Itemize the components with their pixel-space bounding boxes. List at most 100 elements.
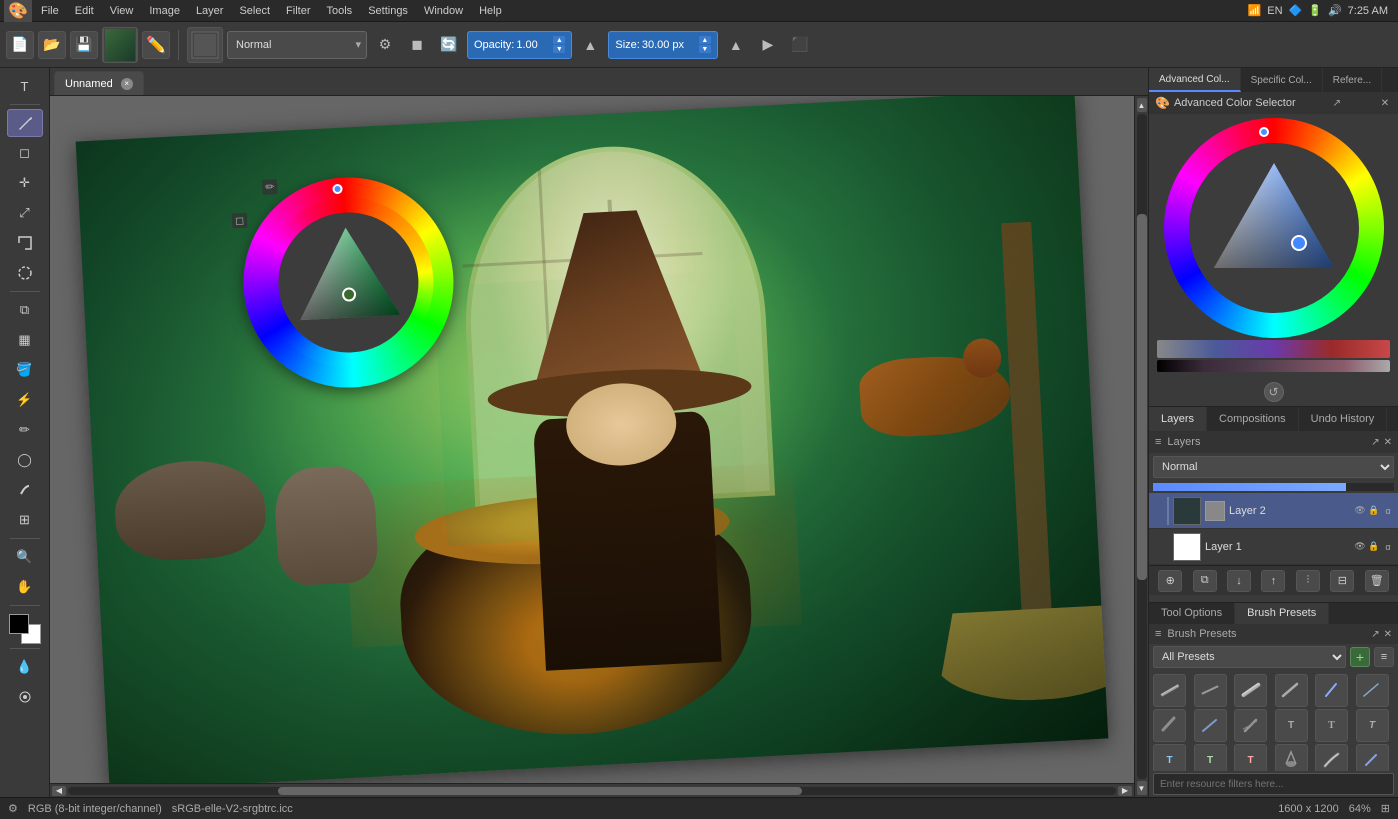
menu-layer[interactable]: Layer: [189, 3, 231, 19]
h-scrollbar[interactable]: ◀ ▶: [50, 783, 1134, 797]
canvas-color-wheel[interactable]: ✏ ◻: [238, 172, 459, 393]
tool-move[interactable]: ✛: [7, 169, 43, 197]
menu-file[interactable]: File: [34, 3, 66, 19]
brush-preset-8[interactable]: [1194, 709, 1227, 742]
app-icon[interactable]: 🎨: [4, 0, 32, 25]
brush-preset-6[interactable]: [1356, 674, 1389, 707]
v-scroll-up[interactable]: ▲: [1137, 98, 1147, 112]
save-document-btn[interactable]: 💾: [70, 31, 98, 59]
brush-preset-4[interactable]: [1275, 674, 1308, 707]
tool-calligraphy[interactable]: [7, 476, 43, 504]
tool-contiguous-select[interactable]: [7, 259, 43, 287]
tool-fill[interactable]: 🪣: [7, 356, 43, 384]
refresh-btn[interactable]: 🔄: [435, 31, 463, 59]
brush-preset-2[interactable]: [1194, 674, 1227, 707]
blend-mode-select[interactable]: Normal Multiply Screen Overlay: [227, 31, 367, 59]
tool-zoom[interactable]: 🔍: [7, 543, 43, 571]
menu-filter[interactable]: Filter: [279, 3, 317, 19]
layer-2-lock-icon[interactable]: 🔒: [1368, 505, 1380, 517]
tool-pan[interactable]: ✋: [7, 573, 43, 601]
open-document-btn[interactable]: 📂: [38, 31, 66, 59]
tab-undo-history[interactable]: Undo History: [1299, 407, 1388, 431]
brush-expand-btn[interactable]: ↗: [1371, 629, 1379, 640]
layer-duplicate-btn[interactable]: ⫶: [1296, 570, 1320, 592]
h-scroll-thumb[interactable]: [278, 787, 802, 795]
status-mode-icon[interactable]: ⚙: [8, 802, 18, 815]
status-zoom-slider[interactable]: ⊞: [1381, 802, 1390, 815]
tool-multibrush[interactable]: [7, 683, 43, 711]
tool-gradient[interactable]: ▦: [7, 326, 43, 354]
v-scroll-thumb[interactable]: [1137, 214, 1147, 580]
layers-opacity-bar[interactable]: [1153, 483, 1394, 491]
brush-icon-btn[interactable]: ✏️: [142, 31, 170, 59]
brush-add-preset-btn[interactable]: +: [1350, 647, 1370, 667]
tab-tool-options[interactable]: Tool Options: [1149, 603, 1235, 625]
brush-preset-13[interactable]: T: [1153, 744, 1186, 771]
tab-reference[interactable]: Refere...: [1323, 68, 1382, 92]
layer-flatten-btn[interactable]: ⊟: [1330, 570, 1354, 592]
tab-close-btn[interactable]: ×: [121, 78, 133, 90]
record-btn[interactable]: ▶: [754, 31, 782, 59]
color-dark-bar[interactable]: [1157, 360, 1390, 372]
menu-view[interactable]: View: [103, 3, 141, 19]
size-warning-icon[interactable]: ▲: [722, 31, 750, 59]
brush-preset-3[interactable]: [1234, 674, 1267, 707]
layer-1-eye-icon[interactable]: 👁: [1354, 541, 1366, 553]
brush-preset-18[interactable]: [1356, 744, 1389, 771]
layer-move-up-btn[interactable]: ↑: [1261, 570, 1285, 592]
tool-text[interactable]: T: [7, 72, 43, 100]
layer-move-down-btn[interactable]: ↓: [1227, 570, 1251, 592]
menu-window[interactable]: Window: [417, 3, 470, 19]
menu-select[interactable]: Select: [232, 3, 277, 19]
brush-preset-16[interactable]: [1275, 744, 1308, 771]
layers-blend-mode-select[interactable]: Normal: [1153, 456, 1394, 478]
color-selector-close-btn[interactable]: ✕: [1378, 96, 1392, 110]
brush-preset-icon[interactable]: [187, 27, 223, 63]
brush-preset-11[interactable]: T: [1315, 709, 1348, 742]
tool-freehand-brush[interactable]: [7, 109, 43, 137]
canvas-viewport[interactable]: ✏ ◻: [50, 96, 1134, 783]
tab-specific-color[interactable]: Specific Col...: [1241, 68, 1323, 92]
layer-1-alpha-icon[interactable]: α: [1382, 541, 1394, 553]
tool-eraser[interactable]: ◻: [7, 139, 43, 167]
layer-item-1[interactable]: Layer 1 👁 🔒 α: [1149, 529, 1398, 565]
tab-compositions[interactable]: Compositions: [1207, 407, 1299, 431]
brush-preset-7[interactable]: [1153, 709, 1186, 742]
opacity-decrement[interactable]: ▼: [553, 45, 565, 53]
new-document-btn[interactable]: 📄: [6, 31, 34, 59]
panel-color-wheel-wrap[interactable]: [1164, 118, 1384, 338]
menu-edit[interactable]: Edit: [68, 3, 101, 19]
mirror-btn[interactable]: ⚙: [371, 31, 399, 59]
brush-filter-select[interactable]: All Presets: [1153, 646, 1346, 668]
brush-preset-14[interactable]: T: [1194, 744, 1227, 771]
v-scroll-track[interactable]: [1137, 114, 1147, 779]
tab-brush-presets[interactable]: Brush Presets: [1235, 603, 1329, 625]
size-decrement[interactable]: ▼: [699, 45, 711, 53]
brush-close-btn[interactable]: ✕: [1384, 629, 1392, 640]
layer-item-2[interactable]: Layer 2 👁 🔒 α: [1149, 493, 1398, 529]
brush-preset-12[interactable]: T: [1356, 709, 1389, 742]
menu-image[interactable]: Image: [142, 3, 187, 19]
brush-preset-5[interactable]: [1315, 674, 1348, 707]
h-scroll-left[interactable]: ◀: [52, 786, 66, 796]
tool-shape[interactable]: ◯: [7, 446, 43, 474]
color-selector-expand-btn[interactable]: ↗: [1330, 96, 1344, 110]
brush-preset-17[interactable]: [1315, 744, 1348, 771]
brush-preset-10[interactable]: T: [1275, 709, 1308, 742]
tool-smart-patch[interactable]: ⚡: [7, 386, 43, 414]
tool-transform[interactable]: ⤢: [7, 199, 43, 227]
layer-delete-btn[interactable]: 🗑: [1365, 570, 1389, 592]
tool-reference[interactable]: ⊞: [7, 506, 43, 534]
menu-help[interactable]: Help: [472, 3, 509, 19]
layers-expand-btn[interactable]: ↗: [1371, 437, 1379, 448]
brush-preset-1[interactable]: [1153, 674, 1186, 707]
layer-1-lock-icon[interactable]: 🔒: [1368, 541, 1380, 553]
color-gradient-bar[interactable]: [1157, 340, 1390, 358]
tab-advanced-color[interactable]: Advanced Col...: [1149, 68, 1241, 92]
layers-close-btn[interactable]: ✕: [1384, 437, 1392, 448]
stop-btn[interactable]: ⬛: [786, 31, 814, 59]
panel-wheel-handle[interactable]: [1259, 127, 1269, 137]
brush-preset-15[interactable]: T: [1234, 744, 1267, 771]
opacity-increment[interactable]: ▲: [553, 36, 565, 44]
layer-group-btn[interactable]: ⧉: [1193, 570, 1217, 592]
